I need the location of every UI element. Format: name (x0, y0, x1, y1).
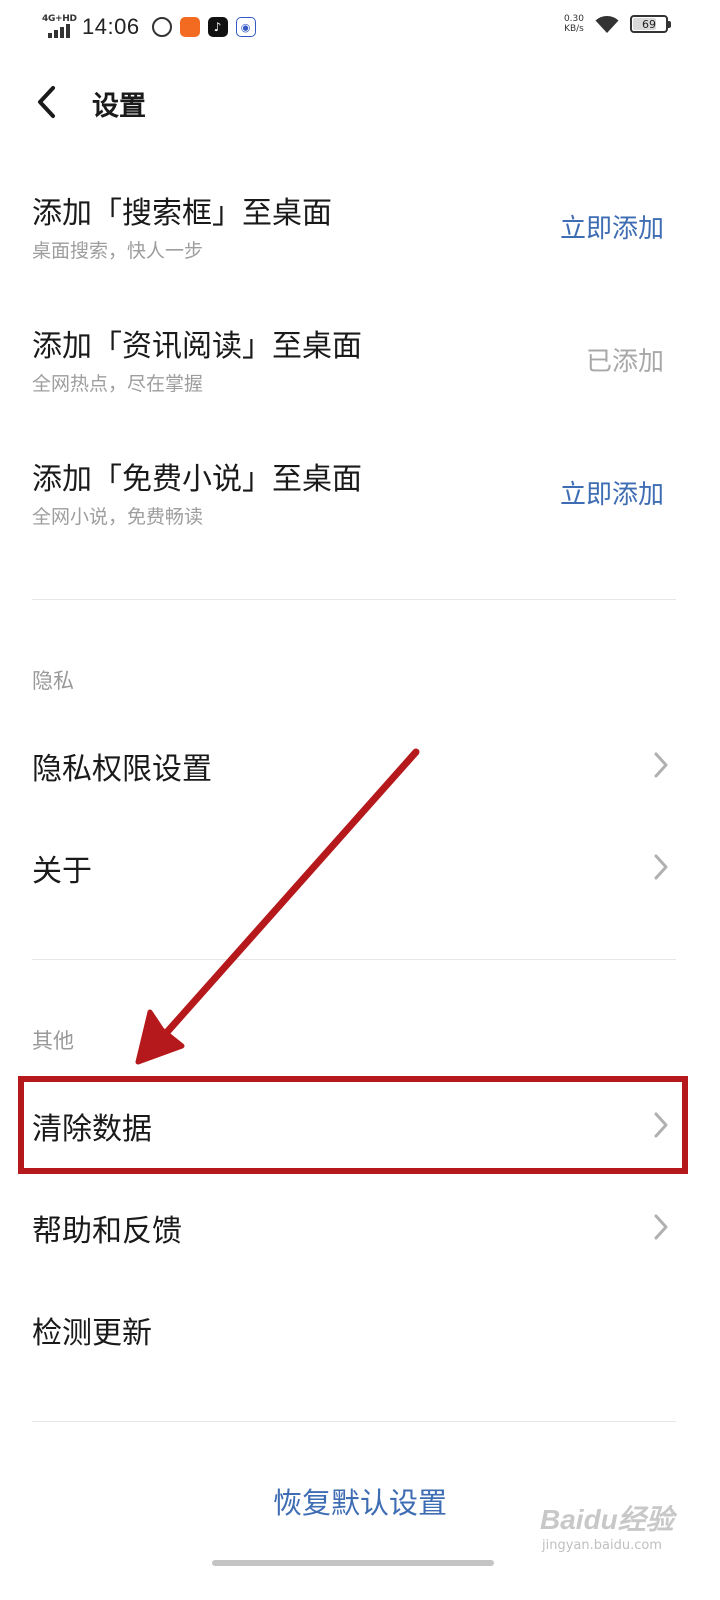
added-status-label: 已添加 (585, 347, 664, 377)
shortcut-subtitle: 全网热点，尽在掌握 (32, 373, 204, 395)
section-divider (32, 599, 676, 600)
watermark-url: jingyan.baidu.com (542, 1538, 662, 1553)
shortcut-title: 添加「免费小说」至桌面 (32, 462, 362, 497)
shortcut-row-search: 添加「搜索框」至桌面 桌面搜索，快人一步 立即添加 (0, 170, 720, 280)
battery-level: 69 (642, 17, 656, 31)
status-time: 14:06 (82, 14, 140, 39)
network-type: 4G+HD (42, 14, 77, 24)
chevron-right-icon (654, 752, 668, 778)
baidu-jingyan-watermark: Baidu经验 jingyan.baidu.com (540, 1492, 710, 1562)
menu-item-check-update[interactable]: 检测更新 (0, 1288, 720, 1372)
section-title-other: 其他 (32, 1029, 74, 1053)
battery-icon: 69 (630, 15, 671, 33)
shortcut-subtitle: 桌面搜索，快人一步 (32, 240, 204, 262)
data-saver-icon (151, 17, 172, 37)
menu-item-label: 检测更新 (32, 1316, 152, 1351)
section-title-privacy: 隐私 (32, 669, 74, 693)
shortcut-title: 添加「搜索框」至桌面 (32, 196, 332, 231)
menu-item-privacy-settings[interactable]: 隐私权限设置 (0, 724, 720, 808)
chevron-right-icon (654, 1214, 668, 1240)
annotation-highlight-box (18, 1076, 688, 1174)
shortcut-row-news: 添加「资讯阅读」至桌面 全网热点，尽在掌握 已添加 (0, 303, 720, 413)
baidu-app-icon: ◉ (235, 17, 256, 37)
menu-item-label: 关于 (32, 854, 92, 889)
watermark-logo-text: Baidu经验 (540, 1504, 674, 1535)
douyin-app-icon: ♪ (207, 17, 228, 37)
back-button[interactable] (26, 80, 66, 124)
chevron-right-icon (654, 854, 668, 880)
chevron-left-icon (38, 86, 55, 118)
menu-item-label: 隐私权限设置 (32, 752, 212, 787)
app-header: 设置 (0, 62, 720, 142)
add-novel-button[interactable]: 立即添加 (560, 474, 664, 511)
status-bar: 4G+HD 14:06 ♪ ◉ 0.30 KB/s 69 (0, 0, 720, 56)
shortcut-subtitle: 全网小说，免费畅读 (32, 506, 204, 528)
section-divider (32, 959, 676, 960)
section-divider (32, 1421, 676, 1422)
page-title: 设置 (92, 91, 146, 122)
menu-item-label: 帮助和反馈 (32, 1214, 182, 1249)
shortcut-title: 添加「资讯阅读」至桌面 (32, 329, 362, 364)
shortcut-row-novel: 添加「免费小说」至桌面 全网小说，免费畅读 立即添加 (0, 436, 720, 546)
add-search-box-button[interactable]: 立即添加 (560, 208, 664, 245)
kuaishou-app-icon (179, 17, 200, 37)
cellular-signal-icon: 4G+HD (42, 14, 77, 40)
menu-item-about[interactable]: 关于 (0, 826, 720, 910)
home-indicator[interactable] (212, 1560, 494, 1566)
network-speed: 0.30 KB/s (563, 14, 584, 34)
wifi-icon (595, 16, 619, 33)
menu-item-help-feedback[interactable]: 帮助和反馈 (0, 1186, 720, 1270)
